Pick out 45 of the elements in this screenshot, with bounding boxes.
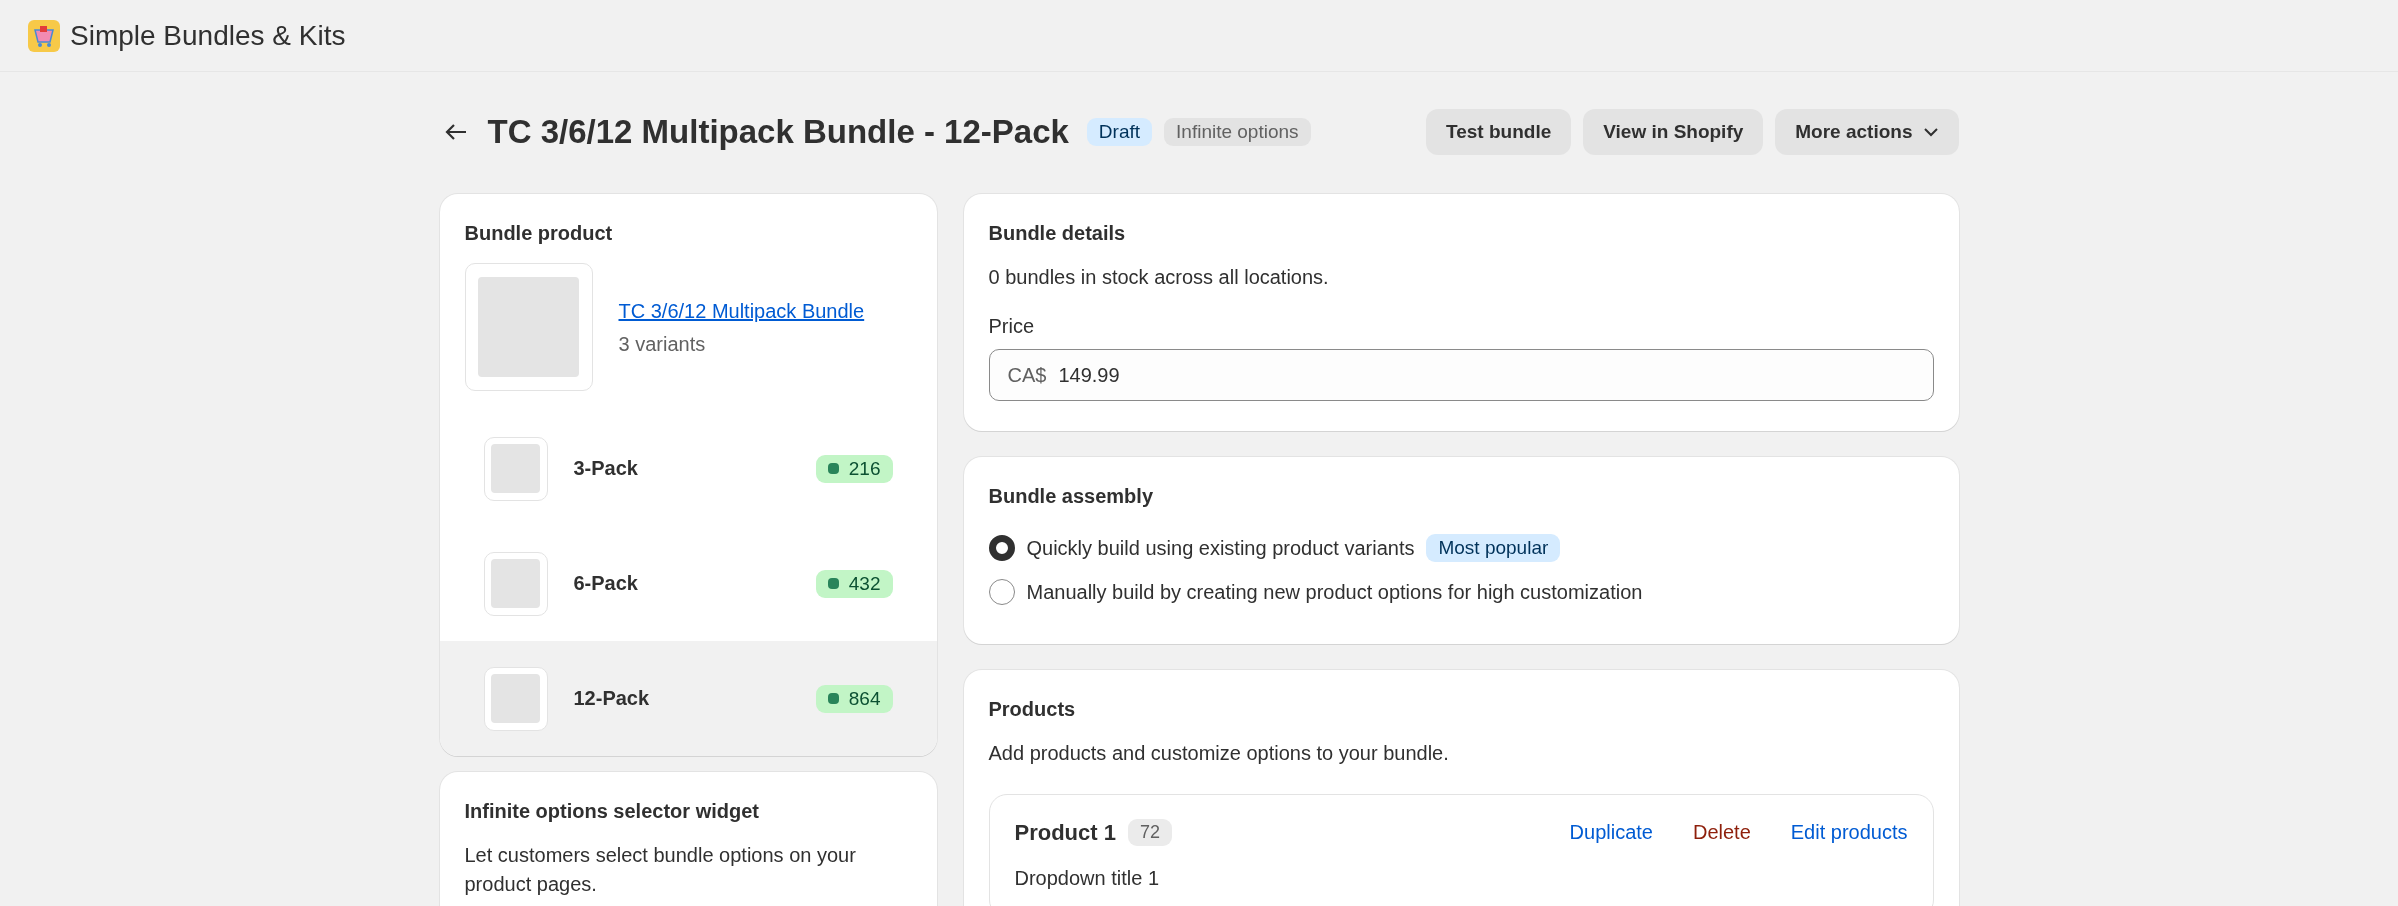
status-badge: Infinite options: [1164, 118, 1311, 146]
product-title: Product 1: [1014, 819, 1116, 846]
radio-label: Quickly build using existing product variants: [1026, 536, 1415, 560]
status-badge: Draft: [1086, 118, 1153, 146]
back-arrow-icon: [443, 122, 468, 142]
stock-note: 0 bundles in stock across all locations.: [988, 265, 1330, 290]
price-field[interactable]: CA$ 149.99: [988, 349, 1934, 401]
photo-placeholder: [490, 443, 541, 494]
photo-placeholder: [490, 673, 541, 724]
dropdown-title: Dropdown title 1: [1014, 866, 1161, 891]
page-title: TC 3/6/12 Multipack Bundle - 12-Pack: [487, 113, 1069, 151]
variant-name: 12-Pack: [573, 687, 651, 710]
stock-badge: 864: [815, 684, 893, 713]
action-link[interactable]: Duplicate: [1569, 821, 1653, 844]
card-description: Let customers select bundle options on your product pages.: [464, 843, 857, 897]
variant-count: 3 variants: [618, 332, 707, 356]
stock-badge: 432: [815, 569, 893, 598]
card-heading: Bundle assembly: [988, 485, 1154, 508]
stock-badge: 216: [815, 454, 893, 483]
count-badge: 72: [1127, 819, 1172, 846]
radio-button[interactable]: [988, 535, 1015, 561]
action-button[interactable]: View in Shopify: [1583, 109, 1764, 155]
card-heading: Bundle details: [988, 222, 1127, 245]
card-heading: Products: [988, 698, 1077, 721]
variant-row[interactable]: 12-Pack 864: [439, 641, 937, 756]
card-heading: Infinite options selector widget: [464, 800, 760, 823]
radio-button[interactable]: [988, 579, 1015, 605]
variant-name: 3-Pack: [573, 457, 639, 480]
chevron-down-icon: [1922, 127, 1939, 137]
delete-link[interactable]: Delete: [1692, 821, 1751, 844]
app-logo-icon: [28, 19, 60, 52]
card-description: Add products and customize options to your bundle.: [988, 741, 1450, 766]
field-label: Price: [988, 314, 1036, 339]
more-actions-button[interactable]: More actions: [1775, 109, 1959, 155]
product-link[interactable]: TC 3/6/12 Multipack Bundle: [618, 299, 865, 322]
photo-placeholder: [490, 558, 541, 609]
app-title: Simple Bundles & Kits: [70, 19, 346, 52]
action-link[interactable]: Edit products: [1790, 821, 1908, 844]
currency-prefix: CA$: [1007, 363, 1047, 387]
card-heading: Bundle product: [464, 222, 614, 245]
variant-name: 6-Pack: [573, 572, 639, 595]
popular-badge: Most popular: [1426, 534, 1561, 562]
action-button[interactable]: Test bundle: [1426, 109, 1572, 155]
radio-label: Manually build by creating new product options for high customization: [1026, 580, 1643, 604]
price-input[interactable]: 149.99: [1056, 362, 1915, 388]
